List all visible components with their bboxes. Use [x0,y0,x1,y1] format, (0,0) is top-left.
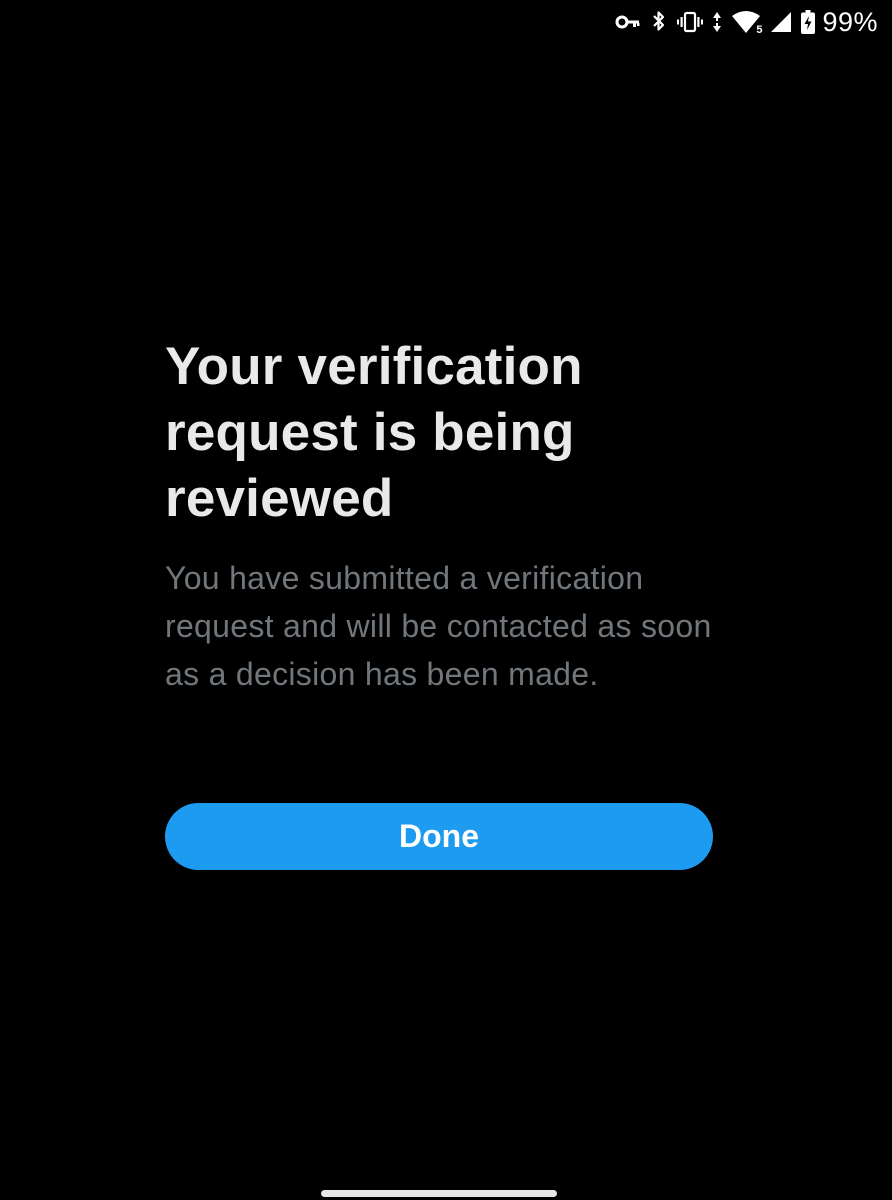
battery-charging-icon [801,10,816,34]
vibrate-icon [677,11,704,33]
page-description: You have submitted a verification reques… [165,560,712,692]
wifi-icon: 5 [731,10,764,36]
bluetooth-icon [650,10,668,34]
battery-percent: 99% [822,6,878,37]
page-title: Your verification request is being revie… [165,337,583,528]
done-button[interactable]: Done [165,803,713,870]
home-gesture-bar[interactable] [321,1190,557,1197]
wifi-badge: 5 [755,24,764,36]
verification-status-panel: Your verification request is being revie… [165,334,713,698]
cell-signal-icon [770,11,792,33]
status-bar: 5 99% [615,0,878,44]
vpn-key-icon [615,14,641,30]
data-arrows-icon [712,11,722,33]
